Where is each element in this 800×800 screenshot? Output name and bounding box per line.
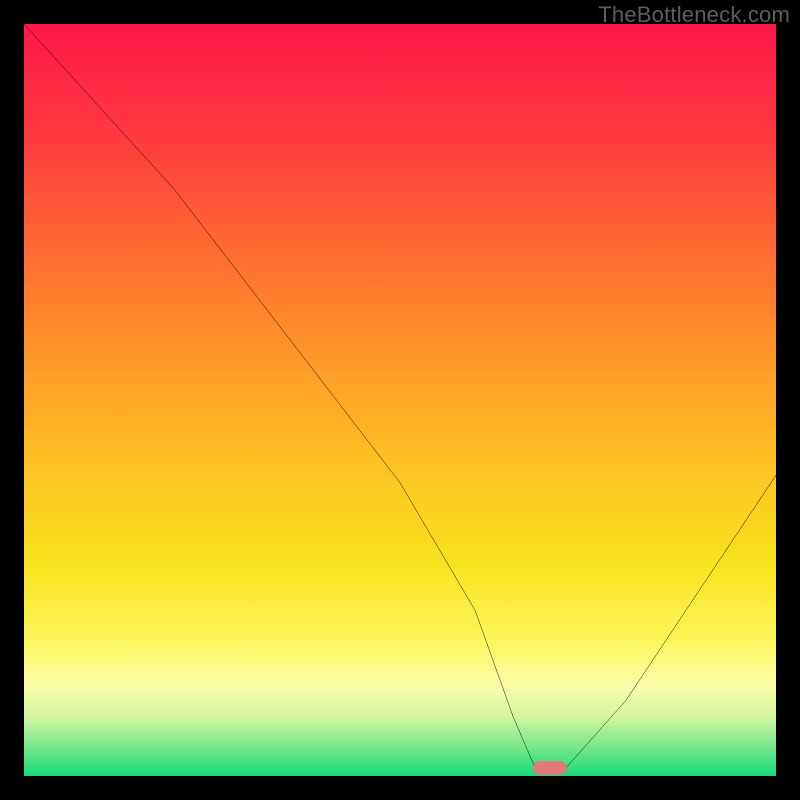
watermark-text: TheBottleneck.com: [598, 2, 790, 28]
optimal-marker: [533, 761, 567, 775]
chart-frame: TheBottleneck.com: [0, 0, 800, 800]
plot-area: [24, 24, 776, 776]
bottleneck-curve: [24, 24, 776, 776]
